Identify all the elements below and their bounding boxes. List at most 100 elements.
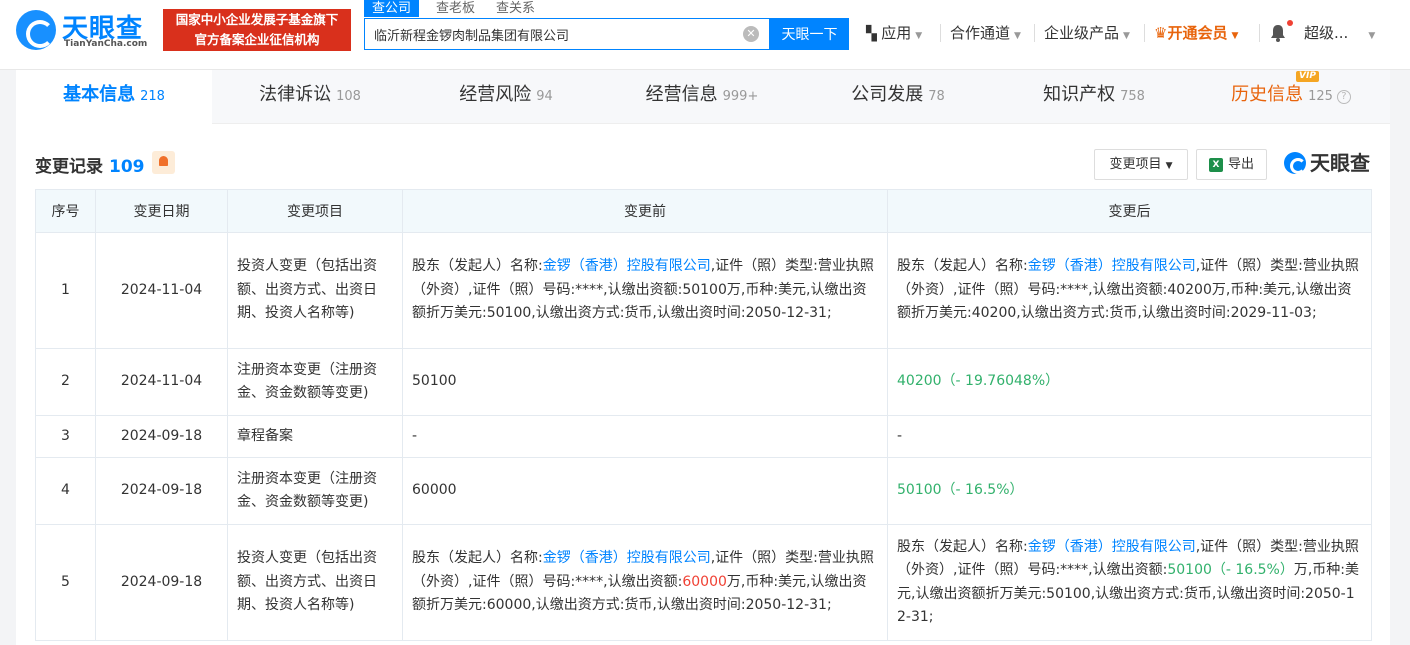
tab-count: 999+ — [722, 89, 759, 104]
bell-alert-icon[interactable] — [152, 151, 175, 174]
row-item: 投资人变更（包括出资额、出资方式、出资日期、投资人名称等) — [227, 524, 403, 641]
row-after: 50100（- 16.5%） — [887, 457, 1372, 525]
shareholder-link[interactable]: 金锣（香港）控股有限公司 — [1028, 539, 1196, 555]
row-date: 2024-09-18 — [95, 415, 228, 458]
table-row: 2 2024-11-04 注册资本变更（注册资金、资金数额等变更) 50100 … — [35, 348, 1372, 416]
row-before: 60000 — [402, 457, 888, 525]
tab-label: 历史信息 — [1231, 84, 1304, 105]
changed-value: 60000 — [682, 573, 727, 590]
row-no: 4 — [35, 457, 96, 525]
export-label: 导出 — [1228, 157, 1255, 172]
shareholder-link[interactable]: 金锣（香港）控股有限公司 — [1028, 258, 1196, 274]
nav-user-label: 超级... — [1304, 24, 1349, 42]
row-after: 40200（- 19.76048%） — [887, 348, 1372, 416]
clear-icon[interactable]: ✕ — [743, 26, 759, 42]
tab-label: 公司发展 — [851, 84, 924, 105]
search-tab-company[interactable]: 查公司 — [364, 0, 420, 17]
row-no: 3 — [35, 415, 96, 458]
watermark-logo: 天眼查 — [1284, 150, 1370, 176]
row-before: 股东（发起人）名称:金锣（香港）控股有限公司,证件（照）类型:营业执照（外资）,… — [402, 524, 888, 641]
row-date: 2024-09-18 — [95, 457, 228, 525]
grid-icon: ▚ — [866, 26, 882, 42]
row-before: - — [402, 415, 888, 458]
bell-icon[interactable] — [1270, 24, 1286, 42]
nav-user[interactable]: 超级... ▼ — [1304, 22, 1375, 47]
row-before: 股东（发起人）名称:金锣（香港）控股有限公司,证件（照）类型:营业执照（外资）,… — [402, 232, 888, 349]
header-date: 变更日期 — [95, 189, 228, 233]
export-button[interactable]: X 导出 — [1196, 149, 1267, 180]
official-banner: 国家中小企业发展子基金旗下 官方备案企业征信机构 — [163, 9, 351, 51]
nav-vip[interactable]: ♛开通会员 ▼ — [1154, 22, 1238, 47]
divider — [940, 24, 941, 42]
change-record-table: 序号 变更日期 变更项目 变更前 变更后 1 2024-11-04 投资人变更（… — [35, 189, 1372, 641]
text: 股东（发起人）名称: — [412, 550, 543, 567]
caret-down-icon: ▼ — [915, 31, 923, 41]
row-after: - — [887, 415, 1372, 458]
nav-channel-label: 合作通道 — [950, 24, 1011, 42]
changed-value: 50100（- 16.5%） — [1167, 562, 1294, 578]
banner-line2: 官方备案企业征信机构 — [194, 32, 320, 47]
search-tab-relation[interactable]: 查关系 — [496, 0, 535, 17]
question-icon[interactable]: ? — [1336, 90, 1351, 104]
tianyancha-logo[interactable]: 天眼查 TianYanCha.com — [16, 8, 156, 52]
section-title: 变更记录 109 — [35, 152, 145, 177]
table-row: 4 2024-09-18 注册资本变更（注册资金、资金数额等变更) 60000 … — [35, 457, 1372, 525]
tab-label: 知识产权 — [1043, 84, 1116, 105]
shareholder-link[interactable]: 金锣（香港）控股有限公司 — [543, 258, 711, 274]
caret-down-icon: ▼ — [1123, 31, 1130, 41]
header-after: 变更后 — [887, 189, 1372, 233]
row-after: 股东（发起人）名称:金锣（香港）控股有限公司,证件（照）类型:营业执照（外资）,… — [887, 524, 1372, 641]
nav-enterprise[interactable]: 企业级产品 ▼ — [1044, 22, 1130, 47]
crown-icon: ♛ — [1154, 24, 1168, 42]
tab-count: 758 — [1120, 89, 1145, 104]
tab-label: 经营信息 — [645, 84, 718, 105]
tab-ip[interactable]: 知识产权 758 — [996, 70, 1192, 124]
nav-vip-label: 开通会员 — [1167, 24, 1228, 42]
row-before: 50100 — [402, 348, 888, 416]
logo-subtext: TianYanCha.com — [64, 39, 148, 49]
tab-risk[interactable]: 经营风险 94 — [408, 70, 604, 124]
table-header-row: 序号 变更日期 变更项目 变更前 变更后 — [35, 189, 1372, 233]
shareholder-link[interactable]: 金锣（香港）控股有限公司 — [543, 550, 711, 566]
table-row: 5 2024-09-18 投资人变更（包括出资额、出资方式、出资日期、投资人名称… — [35, 524, 1372, 641]
text: 股东（发起人）名称: — [897, 258, 1028, 275]
tab-legal[interactable]: 法律诉讼 108 — [212, 70, 408, 124]
tab-operation[interactable]: 经营信息 999+ — [604, 70, 800, 124]
nav-app-label: 应用 — [881, 24, 912, 42]
row-no: 5 — [35, 524, 96, 641]
row-date: 2024-09-18 — [95, 524, 228, 641]
row-after: 股东（发起人）名称:金锣（香港）控股有限公司,证件（照）类型:营业执照（外资）,… — [887, 232, 1372, 349]
tab-development[interactable]: 公司发展 78 — [800, 70, 996, 124]
nav-app[interactable]: ▚ 应用 ▼ — [866, 22, 922, 47]
header-item: 变更项目 — [227, 189, 403, 233]
table-row: 3 2024-09-18 章程备案 - - — [35, 415, 1372, 458]
search-button[interactable]: 天眼一下 — [770, 18, 849, 50]
row-date: 2024-11-04 — [95, 232, 228, 349]
category-tabs: 基本信息 218 法律诉讼 108 经营风险 94 经营信息 999+ 公司发展 78 知… — [16, 70, 1390, 124]
page-scrollbar[interactable] — [1400, 120, 1410, 645]
search-input[interactable] — [374, 19, 734, 49]
text: 股东（发起人）名称: — [412, 258, 543, 275]
vip-badge: VIP — [1296, 71, 1319, 82]
tab-label: 基本信息 — [63, 84, 136, 105]
nav-channel[interactable]: 合作通道 ▼ — [950, 22, 1021, 47]
tab-count: 218 — [140, 89, 165, 104]
tab-count: 108 — [336, 89, 361, 104]
filter-label: 变更项目 — [1109, 157, 1162, 172]
table-row: 1 2024-11-04 投资人变更（包括出资额、出资方式、出资日期、投资人名称… — [35, 232, 1372, 349]
notification-dot — [1287, 20, 1293, 26]
change-item-filter[interactable]: 变更项目 ▼ — [1094, 149, 1188, 180]
caret-down-icon: ▼ — [1014, 31, 1021, 41]
row-no: 2 — [35, 348, 96, 416]
divider — [1034, 24, 1035, 42]
row-no: 1 — [35, 232, 96, 349]
header-no: 序号 — [35, 189, 96, 233]
main-panel: 基本信息 218 法律诉讼 108 经营风险 94 经营信息 999+ 公司发展 78 知… — [16, 70, 1390, 645]
text: 股东（发起人）名称: — [897, 538, 1028, 555]
tab-basic-info[interactable]: 基本信息 218 — [16, 70, 212, 124]
search-tab-boss[interactable]: 查老板 — [436, 0, 475, 17]
tab-count: 125 — [1308, 89, 1333, 104]
top-header: 天眼查 TianYanCha.com 国家中小企业发展子基金旗下 官方备案企业征… — [0, 0, 1410, 70]
tab-history[interactable]: 历史信息 125? VIP — [1192, 70, 1390, 124]
header-before: 变更前 — [402, 189, 888, 233]
